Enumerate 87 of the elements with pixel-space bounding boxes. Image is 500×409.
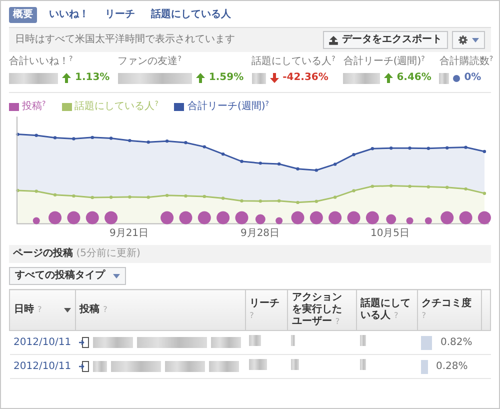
blurred-text xyxy=(209,361,240,372)
change-value: -42.36% xyxy=(282,72,328,84)
upload-icon xyxy=(329,36,338,44)
post-bubble xyxy=(276,217,283,224)
date-link[interactable]: 2012/10/11 xyxy=(14,336,72,348)
filter-dropdown[interactable]: すべての投稿タイプ xyxy=(9,267,126,285)
column-header[interactable]: リーチ ? xyxy=(245,290,288,330)
post-bubble xyxy=(179,211,192,224)
post-bubble xyxy=(366,211,379,224)
blurred-text xyxy=(93,337,134,348)
blurred-value xyxy=(249,335,262,346)
post-bubble xyxy=(478,211,491,224)
blurred-text xyxy=(165,361,206,372)
update-note: (5分前に更新) xyxy=(76,248,140,259)
blurred-value xyxy=(360,335,366,346)
timezone-note: 日時はすべて米国太平洋時間で表示されています xyxy=(15,34,235,46)
caret-icon xyxy=(472,38,479,42)
arrow-up-icon xyxy=(384,73,393,83)
tab[interactable]: いいね！ xyxy=(45,7,93,23)
post-bubble xyxy=(235,211,248,224)
legend-label: 話題にしている人$^{?}$ xyxy=(74,101,158,113)
dot-icon xyxy=(453,74,460,82)
stat-label: ファンの友達$^{?}$ xyxy=(118,56,182,68)
blurred-value xyxy=(291,335,296,346)
blurred-text xyxy=(211,337,242,348)
column-header[interactable]: 投稿 ? xyxy=(75,290,246,330)
post-bubble xyxy=(160,211,174,224)
post-bubble xyxy=(328,211,342,224)
tab[interactable]: リーチ xyxy=(101,7,139,23)
gear-icon xyxy=(458,35,468,45)
blurred-value xyxy=(249,359,268,370)
blurred-text xyxy=(111,361,162,372)
tab[interactable]: 話題にしている人 xyxy=(147,7,235,23)
post-bubble xyxy=(67,211,80,224)
change-value: 1.59% xyxy=(208,72,244,84)
post-bubble xyxy=(347,211,360,224)
legend-label: 合計リーチ(週間)$^{?}$ xyxy=(187,101,269,113)
blurred-value xyxy=(252,72,266,84)
post-bubble xyxy=(32,217,40,224)
post-bubble xyxy=(459,211,472,224)
column-header[interactable]: クチコミ度 ? xyxy=(417,290,482,330)
blurred-value xyxy=(439,72,450,84)
section-title: ページの投稿 xyxy=(13,248,73,259)
change-value: 0% xyxy=(464,72,482,84)
change-value: 6.46% xyxy=(396,72,432,84)
stat-label: 話題にしている人$^{?}$ xyxy=(252,56,336,68)
post-bubble xyxy=(406,217,414,224)
blurred-value xyxy=(291,359,300,370)
tab[interactable]: 概要 xyxy=(9,7,37,23)
post-bubble xyxy=(104,211,118,224)
export-button[interactable]: データをエクスポート xyxy=(323,31,448,49)
post-bubble xyxy=(291,211,304,224)
virality-value: 0.28% xyxy=(436,360,468,372)
post-bubble xyxy=(86,211,99,224)
axis-label: 10月5日 xyxy=(370,228,410,239)
arrow-up-icon xyxy=(196,73,205,83)
virality-value: 0.82% xyxy=(440,336,472,348)
blurred-text xyxy=(137,337,208,348)
post-bubble xyxy=(48,211,62,224)
post-bubble xyxy=(198,211,211,224)
column-header[interactable]: 話題にしている人 ? xyxy=(356,290,418,330)
date-link[interactable]: 2012/10/11 xyxy=(14,360,72,372)
post-icon xyxy=(79,361,90,372)
caret-icon xyxy=(113,274,120,278)
post-bubble xyxy=(386,214,396,224)
column-header[interactable]: 日時 ? xyxy=(10,290,76,330)
post-bubble xyxy=(424,217,432,224)
stat-label: 合計いいね！$^{?}$ xyxy=(9,56,74,68)
blurred-value xyxy=(360,359,366,370)
arrow-up-icon xyxy=(62,73,71,83)
legend-label: 投稿$^{?}$ xyxy=(22,101,46,113)
column-header[interactable]: アクションを実行したユーザー ? xyxy=(287,290,356,330)
axis-label: 9月28日 xyxy=(240,228,280,239)
post-bubble xyxy=(216,211,230,224)
post-bubble xyxy=(440,211,454,224)
axis-label: 9月21日 xyxy=(109,228,149,239)
stat-label: 合計購読数$^{?}$ xyxy=(439,56,494,68)
post-icon xyxy=(79,337,90,348)
post-bubble xyxy=(310,211,323,224)
arrow-down-icon xyxy=(270,73,279,83)
post-bubble xyxy=(255,214,266,224)
blurred-text xyxy=(93,361,108,372)
settings-button[interactable] xyxy=(452,31,485,49)
stat-label: 合計リーチ(週間)$^{?}$ xyxy=(343,56,426,68)
blurred-value xyxy=(9,72,58,84)
blurred-value xyxy=(343,72,380,84)
change-value: 1.13% xyxy=(75,72,110,84)
